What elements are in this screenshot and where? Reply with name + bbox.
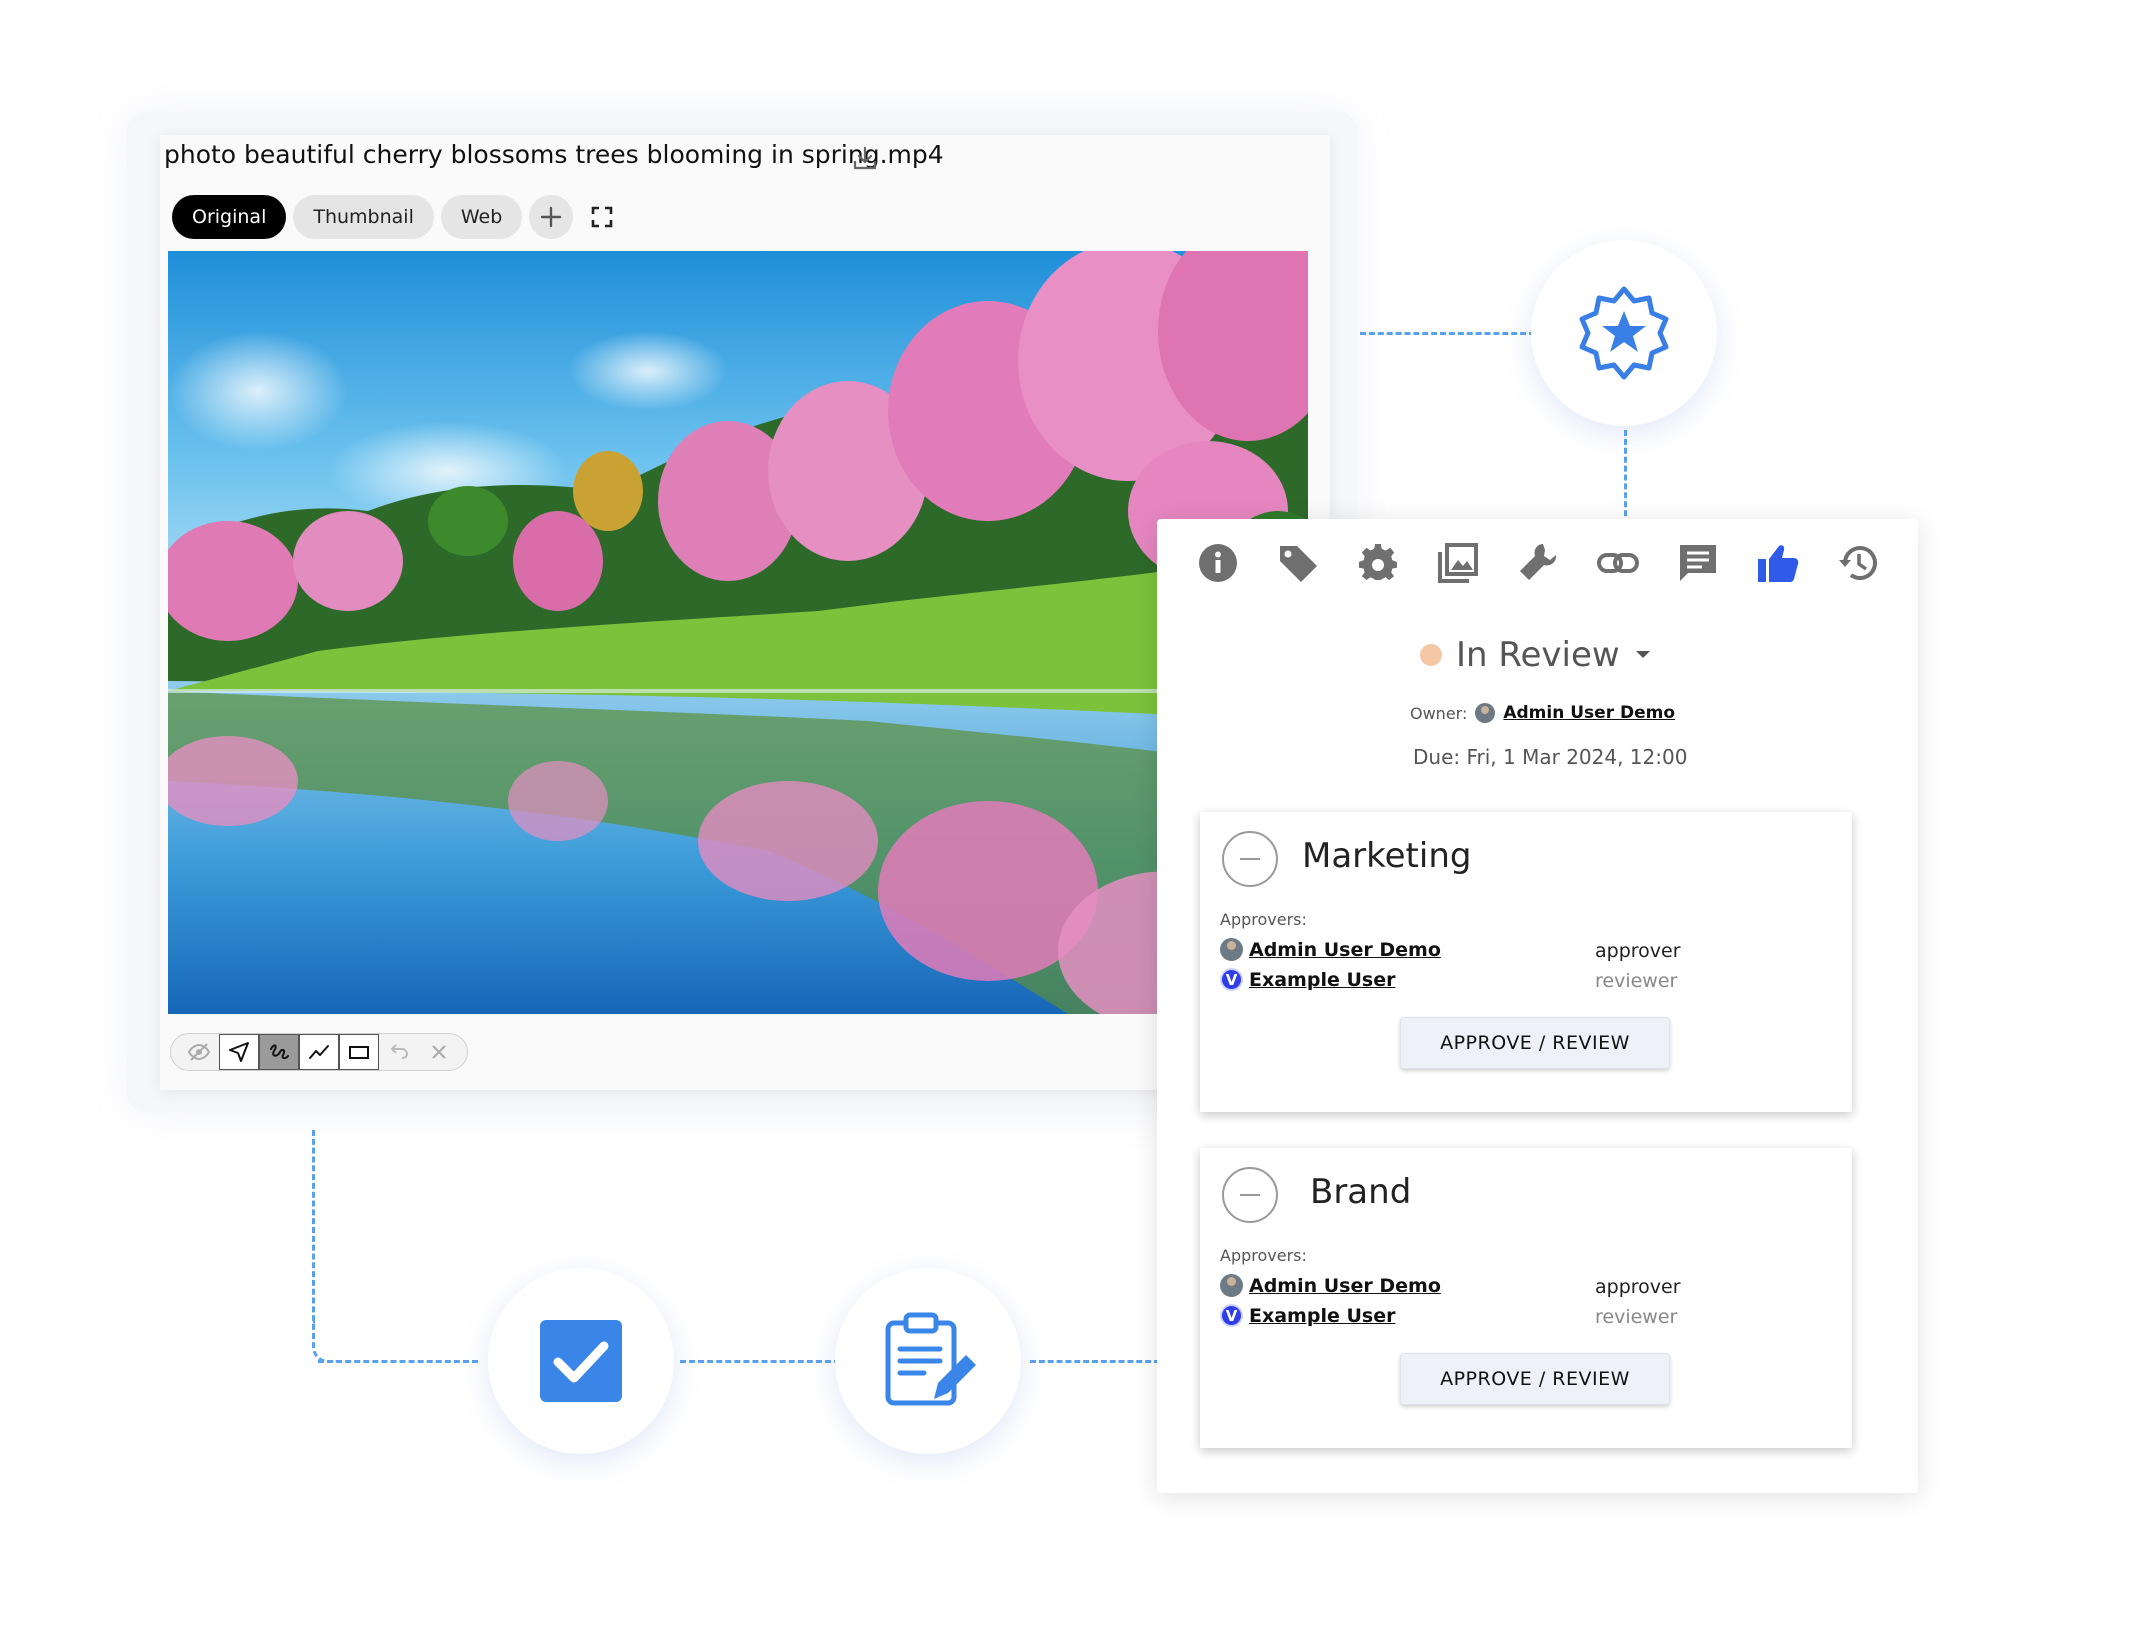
- approver-row: Admin User Demo: [1220, 938, 1441, 961]
- collapse-group-button[interactable]: [1222, 831, 1278, 887]
- collapse-group-button[interactable]: [1222, 1167, 1278, 1223]
- approver-name-link[interactable]: Admin User Demo: [1249, 1275, 1441, 1297]
- tag-icon: [1280, 546, 1317, 582]
- clear-annotations-button[interactable]: [419, 1034, 459, 1070]
- connector-line: [680, 1360, 840, 1363]
- fullscreen-icon: [592, 206, 613, 228]
- hide-annotations-button[interactable]: [179, 1034, 219, 1070]
- connector-line: [1030, 1360, 1160, 1363]
- rectangle-icon: [349, 1046, 369, 1059]
- share-link-button[interactable]: [1597, 542, 1639, 584]
- clipboard-circle: [835, 1268, 1021, 1454]
- freehand-icon: [270, 1044, 289, 1060]
- file-title: photo beautiful cherry blossoms trees bl…: [164, 140, 944, 169]
- approver-row: V Example User: [1220, 1304, 1395, 1327]
- approve-review-button[interactable]: APPROVE / REVIEW: [1400, 1353, 1670, 1405]
- comment-icon: [1680, 545, 1716, 581]
- approver-role: approver: [1595, 1276, 1681, 1298]
- approval-group-card: Brand Approvers: Admin User Demo approve…: [1200, 1148, 1852, 1448]
- approver-role: reviewer: [1595, 970, 1678, 992]
- checkbox-circle: [488, 1268, 674, 1454]
- settings-button[interactable]: [1357, 542, 1399, 584]
- comments-button[interactable]: [1677, 542, 1719, 584]
- info-button[interactable]: [1197, 542, 1239, 584]
- rendition-tabs: Original Thumbnail Web: [172, 195, 624, 239]
- chevron-down-icon: [1635, 651, 1650, 658]
- status-dot: [1420, 644, 1442, 666]
- avatar: [1220, 1274, 1243, 1297]
- group-title: Brand: [1310, 1172, 1412, 1212]
- images-icon: [1438, 543, 1478, 583]
- undo-icon: [390, 1044, 409, 1059]
- tab-web[interactable]: Web: [440, 195, 523, 239]
- tags-button[interactable]: [1277, 542, 1319, 584]
- connector-line: [318, 1360, 478, 1363]
- history-button[interactable]: [1837, 542, 1879, 584]
- line-tool[interactable]: [299, 1034, 339, 1070]
- approvers-label: Approvers:: [1220, 1246, 1307, 1265]
- checkbox-checked-icon: [540, 1320, 622, 1402]
- history-icon: [1839, 546, 1877, 580]
- plus-icon: [541, 206, 562, 228]
- minus-icon: [1240, 1194, 1260, 1196]
- star-badge-icon: [1579, 286, 1669, 380]
- renditions-button[interactable]: [1437, 542, 1479, 584]
- add-rendition-button[interactable]: [529, 195, 574, 239]
- avatar: V: [1220, 1304, 1243, 1327]
- tab-original[interactable]: Original: [172, 195, 287, 239]
- clipboard-edit-icon: [885, 1312, 976, 1406]
- freehand-tool[interactable]: [259, 1034, 299, 1070]
- thumbs-up-icon: [1758, 545, 1799, 582]
- owner-link[interactable]: Admin User Demo: [1503, 703, 1675, 723]
- approval-group-card: Marketing Approvers: Admin User Demo app…: [1200, 812, 1852, 1112]
- panel-icon-toolbar: [1197, 542, 1879, 584]
- asset-preview-image: [168, 251, 1308, 1014]
- connector-corner: [312, 1320, 339, 1363]
- avatar: V: [1220, 968, 1243, 991]
- approver-name-link[interactable]: Admin User Demo: [1249, 939, 1441, 961]
- approve-review-button[interactable]: APPROVE / REVIEW: [1400, 1017, 1670, 1069]
- annotation-toolbar: [170, 1033, 468, 1071]
- info-icon: [1199, 544, 1237, 582]
- approvals-button[interactable]: [1757, 542, 1799, 584]
- quality-badge-circle: [1531, 240, 1717, 426]
- link-icon: [1597, 553, 1639, 573]
- connector-line: [1624, 430, 1627, 525]
- tools-button[interactable]: [1517, 542, 1559, 584]
- avatar: [1220, 938, 1243, 961]
- minus-icon: [1240, 858, 1260, 860]
- avatar: [1475, 703, 1496, 723]
- approvers-label: Approvers:: [1220, 910, 1307, 929]
- approver-role: approver: [1595, 940, 1681, 962]
- pointer-icon: [229, 1042, 249, 1062]
- pointer-tool[interactable]: [219, 1034, 259, 1070]
- line-icon: [309, 1045, 329, 1059]
- status-label: In Review: [1456, 635, 1620, 675]
- group-title: Marketing: [1302, 836, 1472, 876]
- gear-icon: [1358, 543, 1397, 581]
- approver-name-link[interactable]: Example User: [1249, 969, 1395, 991]
- wrench-icon: [1520, 544, 1557, 580]
- due-date: Due: Fri, 1 Mar 2024, 12:00: [1413, 745, 1688, 769]
- fullscreen-button[interactable]: [580, 195, 624, 239]
- owner-row: Owner: Admin User Demo: [1410, 703, 1675, 723]
- tab-thumbnail[interactable]: Thumbnail: [293, 195, 434, 239]
- connector-line: [312, 1130, 315, 1330]
- connector-line: [1360, 332, 1535, 335]
- rectangle-tool[interactable]: [339, 1034, 379, 1070]
- hide-annotations-icon: [187, 1043, 211, 1061]
- approver-row: Admin User Demo: [1220, 1274, 1441, 1297]
- close-icon: [432, 1045, 446, 1059]
- approver-row: V Example User: [1220, 968, 1395, 991]
- undo-button[interactable]: [379, 1034, 419, 1070]
- approver-role: reviewer: [1595, 1306, 1678, 1328]
- status-dropdown[interactable]: In Review: [1420, 635, 1652, 675]
- approver-name-link[interactable]: Example User: [1249, 1305, 1395, 1327]
- download-icon[interactable]: [850, 143, 880, 173]
- owner-label: Owner:: [1410, 703, 1468, 723]
